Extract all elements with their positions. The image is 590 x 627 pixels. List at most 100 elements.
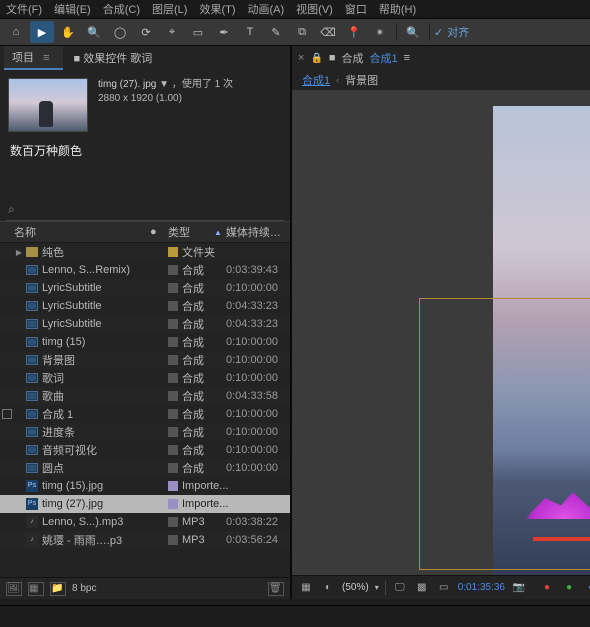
project-row[interactable]: 音频可视化合成0:10:00:00 [0, 441, 290, 459]
menu-view[interactable]: 视图(V) [296, 1, 333, 17]
menu-anim[interactable]: 动画(A) [248, 1, 285, 17]
row-label-color[interactable] [164, 409, 182, 419]
menu-effect[interactable]: 效果(T) [199, 1, 235, 17]
row-label-color[interactable] [164, 499, 182, 509]
resolution-icon[interactable]: 🖵 [392, 581, 408, 595]
row-label-color[interactable] [164, 319, 182, 329]
grid-icon[interactable]: ▦ [298, 581, 314, 595]
eraser-tool[interactable]: ⌫ [316, 21, 340, 43]
tab-project[interactable]: 项目 ≡ [4, 46, 63, 70]
home-icon[interactable]: ⌂ [4, 21, 28, 43]
search-tool-icon[interactable]: 🔍 [401, 21, 425, 43]
project-row[interactable]: 歌词合成0:10:00:00 [0, 369, 290, 387]
row-label-color[interactable] [164, 301, 182, 311]
footage-thumbnail[interactable] [8, 78, 88, 132]
interpret-footage-icon[interactable]: 🖼 [6, 582, 22, 596]
transparency-grid-icon[interactable]: ▩ [414, 581, 430, 595]
brush-tool[interactable]: ✎ [264, 21, 288, 43]
current-time[interactable]: 0:01:35:36 [458, 582, 505, 593]
row-label-color[interactable] [164, 391, 182, 401]
menu-window[interactable]: 窗口 [345, 1, 367, 17]
col-tag[interactable]: ● [150, 226, 168, 238]
orbit-tool[interactable]: ◯ [108, 21, 132, 43]
project-row[interactable]: LyricSubtitle合成0:04:33:23 [0, 297, 290, 315]
text-tool[interactable]: T [238, 21, 262, 43]
row-label-color[interactable] [164, 427, 182, 437]
comp-viewer[interactable] [292, 90, 590, 575]
project-row[interactable]: 进度条合成0:10:00:00 [0, 423, 290, 441]
row-label-color[interactable] [164, 481, 182, 491]
region-icon[interactable]: ▭ [436, 581, 452, 595]
color-c-icon[interactable]: ● [583, 581, 590, 595]
new-comp-icon[interactable]: ▦ [28, 582, 44, 596]
col-name[interactable]: 名称 [0, 224, 150, 240]
col-type[interactable]: 类型 [168, 224, 212, 240]
align-label[interactable]: 对齐 [447, 24, 469, 40]
project-row[interactable]: timg (15)合成0:10:00:00 [0, 333, 290, 351]
tab-project-menu-icon[interactable]: ≡ [37, 52, 55, 64]
menu-help[interactable]: 帮助(H) [379, 1, 416, 17]
roto-tool[interactable]: ✴ [368, 21, 392, 43]
color-b-icon[interactable]: ● [561, 581, 577, 595]
disclosure-triangle-icon[interactable]: ▶ [14, 248, 24, 257]
bpc-label[interactable]: 8 bpc [72, 583, 96, 594]
new-folder-icon[interactable]: 📁 [50, 582, 66, 596]
color-a-icon[interactable]: ● [539, 581, 555, 595]
project-row[interactable]: LyricSubtitle合成0:10:00:00 [0, 279, 290, 297]
breadcrumb-root[interactable]: 合成1 [302, 72, 330, 88]
row-label-color[interactable] [164, 463, 182, 473]
rect-tool[interactable]: ▭ [186, 21, 210, 43]
project-row[interactable]: Lenno, S...Remix)合成0:03:39:43 [0, 261, 290, 279]
project-row[interactable]: LyricSubtitle合成0:04:33:23 [0, 315, 290, 333]
row-label-color[interactable] [164, 337, 182, 347]
zoom-dropdown-icon[interactable]: ▾ [375, 583, 379, 592]
menu-edit[interactable]: 编辑(E) [54, 1, 91, 17]
menu-layer[interactable]: 图层(L) [152, 1, 187, 17]
project-row[interactable]: 歌曲合成0:04:33:58 [0, 387, 290, 405]
mask-icon[interactable]: ◐ [320, 581, 336, 595]
row-label-color[interactable] [164, 535, 182, 545]
tab-comp-menu-icon[interactable]: ≡ [404, 52, 410, 64]
camera-tool[interactable]: ⌖ [160, 21, 184, 43]
breadcrumb-child[interactable]: 背景图 [345, 72, 378, 88]
menu-comp[interactable]: 合成(C) [103, 1, 140, 17]
row-label-color[interactable] [164, 355, 182, 365]
project-row[interactable]: ♪Lenno, S...).mp3MP30:03:38:22 [0, 513, 290, 531]
row-label-color[interactable] [164, 247, 182, 257]
timeline-strip [0, 605, 590, 627]
align-check-icon[interactable]: ✓ [434, 26, 443, 39]
close-panel-icon[interactable]: × [298, 52, 304, 64]
col-duration[interactable]: ▲ 媒体持续… [212, 224, 290, 240]
trash-icon[interactable]: 🗑 [268, 582, 284, 596]
zoom-level[interactable]: (50%) [342, 582, 369, 593]
project-row[interactable]: 背景图合成0:10:00:00 [0, 351, 290, 369]
row-label-color[interactable] [164, 517, 182, 527]
menu-file[interactable]: 文件(F) [6, 1, 42, 17]
puppet-tool[interactable]: 📍 [342, 21, 366, 43]
pen-tool[interactable]: ✒ [212, 21, 236, 43]
project-row[interactable]: ♪姚璎 - 雨雨….p3MP30:03:56:24 [0, 531, 290, 549]
rotate-tool[interactable]: ⟳ [134, 21, 158, 43]
row-type: MP3 [182, 534, 226, 546]
project-row[interactable]: 圆点合成0:10:00:00 [0, 459, 290, 477]
search-input[interactable] [6, 204, 284, 216]
row-label-color[interactable] [164, 445, 182, 455]
project-row[interactable]: Pstimg (27).jpgImporte... [0, 495, 290, 513]
project-row[interactable]: ▶纯色文件夹 [0, 243, 290, 261]
row-checkbox[interactable] [2, 409, 12, 419]
tab-comp-active[interactable]: 合成1 [370, 50, 398, 66]
zoom-tool[interactable]: 🔍 [82, 21, 106, 43]
layer-selection-box[interactable] [419, 298, 590, 570]
row-label-color[interactable] [164, 283, 182, 293]
stamp-tool[interactable]: ⧉ [290, 21, 314, 43]
lock-panel-icon[interactable]: 🔒 [310, 53, 322, 64]
comp-panel-tabs: × 🔒 ■ 合成 合成1 ≡ [292, 46, 590, 70]
selection-tool[interactable]: ▶ [30, 21, 54, 43]
tab-effect-controls[interactable]: ■ 效果控件 歌词 [65, 47, 160, 69]
project-row[interactable]: Pstimg (15).jpgImporte... [0, 477, 290, 495]
snapshot-icon[interactable]: 📷 [511, 581, 527, 595]
hand-tool[interactable]: ✋ [56, 21, 80, 43]
row-label-color[interactable] [164, 373, 182, 383]
row-label-color[interactable] [164, 265, 182, 275]
project-row[interactable]: 合成 1合成0:10:00:00 [0, 405, 290, 423]
